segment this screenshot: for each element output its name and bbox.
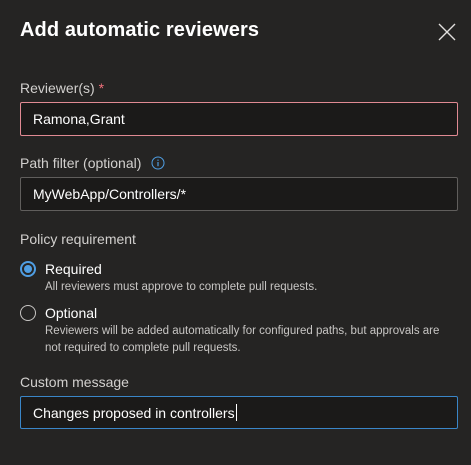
path-filter-label-text: Path filter (optional) bbox=[20, 155, 142, 171]
policy-requirement-label: Policy requirement bbox=[20, 231, 136, 247]
radio-optional[interactable] bbox=[20, 305, 36, 321]
custom-message-value: Changes proposed in controllers bbox=[33, 404, 235, 421]
reviewers-input-value: Ramona,Grant bbox=[33, 111, 125, 127]
close-button[interactable] bbox=[433, 18, 461, 46]
path-filter-label: Path filter (optional) bbox=[20, 155, 165, 173]
add-automatic-reviewers-dialog: Add automatic reviewers Reviewer(s) * Ra… bbox=[0, 0, 471, 465]
dialog-title: Add automatic reviewers bbox=[20, 19, 260, 41]
text-caret bbox=[235, 404, 237, 421]
radio-option-required[interactable]: Required All reviewers must approve to c… bbox=[20, 259, 458, 296]
radio-optional-description: Reviewers will be added automatically fo… bbox=[45, 325, 440, 354]
radio-option-optional[interactable]: Optional Reviewers will be added automat… bbox=[20, 303, 458, 357]
close-icon bbox=[438, 23, 456, 41]
reviewers-input[interactable]: Ramona,Grant bbox=[20, 102, 458, 136]
radio-required-label: Required bbox=[45, 261, 102, 277]
reviewers-label: Reviewer(s) * bbox=[20, 80, 104, 96]
path-filter-input-value: MyWebApp/Controllers/* bbox=[33, 186, 187, 202]
radio-optional-label: Optional bbox=[45, 305, 98, 321]
radio-required-description: All reviewers must approve to complete p… bbox=[45, 281, 318, 293]
path-filter-input[interactable]: MyWebApp/Controllers/* bbox=[20, 177, 458, 211]
info-icon[interactable] bbox=[151, 156, 165, 173]
required-marker: * bbox=[98, 80, 105, 96]
custom-message-label: Custom message bbox=[20, 374, 129, 390]
radio-required[interactable] bbox=[20, 261, 36, 277]
custom-message-input[interactable]: Changes proposed in controllers bbox=[20, 396, 458, 429]
reviewers-label-text: Reviewer(s) bbox=[20, 80, 95, 96]
